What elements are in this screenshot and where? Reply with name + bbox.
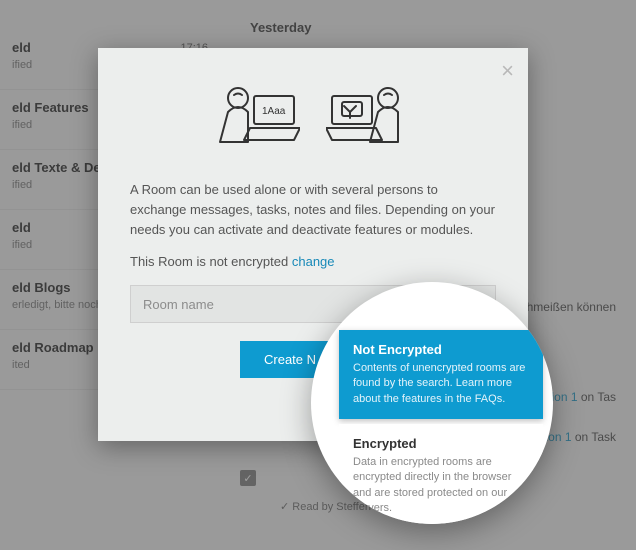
modal-description: A Room can be used alone or with several… <box>130 180 496 240</box>
option-title: Not Encrypted <box>353 342 529 357</box>
encryption-options-popover: Not Encrypted Contents of unencrypted ro… <box>311 282 553 524</box>
close-icon[interactable]: × <box>501 60 514 82</box>
option-not-encrypted[interactable]: Not Encrypted Contents of unencrypted ro… <box>339 330 543 419</box>
option-description: Data in encrypted rooms are encrypted di… <box>353 455 529 517</box>
option-description: Contents of unencrypted rooms are found … <box>353 361 529 407</box>
encryption-status-line: This Room is not encrypted change <box>130 254 496 269</box>
person-laptop-left-icon: 1Aaa <box>214 82 300 154</box>
option-encrypted[interactable]: Encrypted Data in encrypted rooms are en… <box>339 424 543 524</box>
option-title: Encrypted <box>353 436 529 451</box>
person-laptop-right-icon <box>326 82 412 154</box>
svg-text:1Aaa: 1Aaa <box>262 106 286 117</box>
change-encryption-link[interactable]: change <box>292 254 335 269</box>
modal-illustration: 1Aaa <box>130 82 496 154</box>
encryption-status-text: This Room is not encrypted <box>130 254 292 269</box>
